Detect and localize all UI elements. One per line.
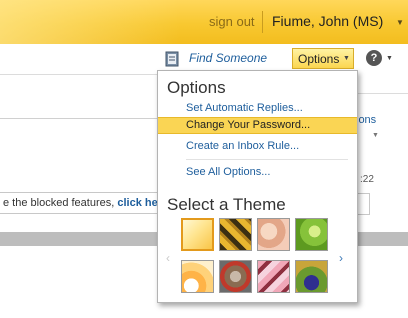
menu-item-change-password[interactable]: Change Your Password... (158, 117, 357, 134)
find-someone-link[interactable]: Find Someone (189, 51, 267, 65)
divider (358, 93, 408, 94)
info-bar-text: e the blocked features, click he (3, 197, 157, 209)
menu-item-label: Create an Inbox Rule... (186, 140, 300, 152)
background-time: :22 (360, 174, 374, 185)
theme-thumbnail-stripes[interactable] (219, 218, 252, 251)
theme-thumbnail-robot[interactable] (219, 260, 252, 293)
theme-thumbnail-peach[interactable] (257, 218, 290, 251)
theme-thumbnail-sunrise[interactable] (181, 218, 214, 251)
divider (0, 118, 158, 119)
gray-band (358, 232, 408, 246)
options-dropdown-menu: Options Set Automatic Replies... Change … (157, 70, 358, 303)
menu-item-label: Change Your Password... (186, 119, 311, 131)
info-bar-message: e the blocked features, (3, 197, 118, 209)
menu-item-automatic-replies[interactable]: Set Automatic Replies... (158, 100, 357, 117)
chevron-down-icon[interactable]: ▼ (396, 18, 404, 27)
chevron-right-icon[interactable]: › (339, 251, 343, 265)
theme-thumbnail-orange-bloom[interactable] (181, 260, 214, 293)
user-name-menu[interactable]: Fiume, John (MS) (272, 13, 383, 29)
background-box (358, 193, 370, 215)
gray-band (0, 232, 158, 246)
options-button[interactable]: Options ▼ (292, 48, 354, 69)
menu-item-inbox-rule[interactable]: Create an Inbox Rule... (158, 138, 357, 155)
info-bar-link[interactable]: click he (117, 197, 157, 209)
header-gradient (0, 0, 180, 44)
sign-out-link[interactable]: sign out (209, 14, 255, 29)
chevron-down-icon: ▼ (343, 55, 350, 62)
menu-item-see-all-options[interactable]: See All Options... (158, 164, 357, 181)
background-link[interactable]: ions (356, 114, 376, 126)
theme-thumbnail-monster[interactable] (295, 260, 328, 293)
menu-divider (186, 159, 348, 160)
chevron-left-icon[interactable]: ‹ (166, 251, 170, 265)
menu-item-label: See All Options... (186, 166, 271, 178)
theme-thumbnail-pink-pattern[interactable] (257, 260, 290, 293)
info-bar: e the blocked features, click he (0, 192, 158, 214)
theme-thumbnail-leaf[interactable] (295, 218, 328, 251)
chevron-down-icon[interactable]: ▼ (372, 132, 379, 139)
top-header-bar: sign out Fiume, John (MS) ▼ (0, 0, 408, 44)
menu-item-label: Set Automatic Replies... (186, 102, 303, 114)
help-icon[interactable]: ? (366, 50, 382, 66)
divider (0, 74, 158, 75)
header-separator (262, 11, 263, 33)
options-button-label: Options (298, 52, 340, 66)
menu-title: Options (167, 78, 226, 97)
chevron-down-icon[interactable]: ▼ (386, 55, 393, 62)
theme-section-title: Select a Theme (167, 195, 286, 214)
address-book-icon[interactable] (164, 51, 180, 72)
